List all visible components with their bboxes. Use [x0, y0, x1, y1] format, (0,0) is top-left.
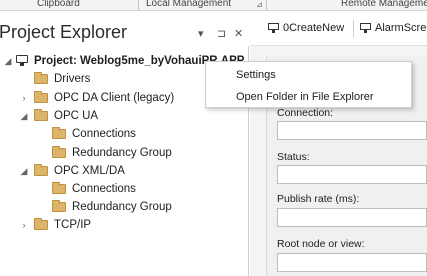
collapse-arrow-icon[interactable]: ◢ [2, 56, 14, 67]
tab-separator [353, 20, 354, 38]
folder-icon [52, 127, 66, 139]
publish-rate-field[interactable] [277, 208, 427, 227]
status-field[interactable] [277, 165, 427, 184]
root-node-field[interactable] [277, 253, 427, 272]
tree-item-label: TCP/IP [54, 219, 92, 231]
root-node-label: Root node or view: [277, 238, 365, 250]
tree-item-opc-da-client[interactable]: › OPC DA Client (legacy) [18, 89, 174, 107]
collapse-arrow-icon[interactable]: ◢ [18, 111, 30, 122]
tree-item-tcp-ip[interactable]: › TCP/IP [18, 216, 91, 234]
ribbon-group-labels: Clipboard Local Management ⊿ Remote Mana… [0, 0, 427, 11]
menu-item-open-folder[interactable]: Open Folder in File Explorer [206, 87, 411, 107]
context-menu: Settings Open Folder in File Explorer [205, 61, 412, 108]
document-pane: 0CreateNew AlarmScreen Connection: Statu… [250, 12, 427, 276]
folder-icon [34, 72, 48, 84]
folder-icon [34, 164, 48, 176]
folder-icon [34, 218, 48, 230]
tab-label: AlarmScreen [375, 22, 427, 34]
tab-0createnew[interactable]: 0CreateNew [268, 22, 344, 34]
connection-label: Connection: [277, 107, 334, 119]
tree-item-label: OPC UA [54, 110, 99, 122]
folder-icon [52, 200, 66, 212]
ribbon-group-local-management: Local Management [146, 0, 232, 9]
tree-item-opc-ua-connections[interactable]: Connections [36, 125, 136, 143]
folder-icon [52, 146, 66, 158]
tree-item-opc-xml-redundancy-group[interactable]: Redundancy Group [36, 198, 172, 216]
ribbon-group-clipboard: Clipboard [37, 0, 80, 9]
tab-label: 0CreateNew [283, 22, 345, 34]
panel-dropdown-icon[interactable]: ▾ [198, 27, 204, 40]
tree-item-opc-ua-redundancy-group[interactable]: Redundancy Group [36, 144, 172, 162]
folder-icon [34, 109, 48, 121]
tree-item-label: Redundancy Group [72, 201, 172, 213]
tree-item-label: Redundancy Group [72, 147, 172, 159]
ribbon-separator [266, 0, 267, 10]
monitor-icon [16, 55, 30, 67]
tree-item-label: OPC DA Client (legacy) [54, 92, 175, 104]
collapse-arrow-icon[interactable]: ◢ [18, 166, 30, 177]
publish-rate-label: Publish rate (ms): [277, 193, 360, 205]
document-tabs: 0CreateNew AlarmScreen [250, 12, 427, 46]
ribbon-separator [138, 0, 139, 10]
tree-item-label: OPC XML/DA [54, 165, 125, 177]
ribbon-group-remote-management: Remote Management [341, 0, 427, 9]
expand-arrow-icon[interactable]: › [18, 93, 30, 103]
tree-item-opc-xml-da[interactable]: ◢ OPC XML/DA [18, 162, 125, 180]
menu-item-settings[interactable]: Settings [206, 65, 411, 85]
folder-icon [52, 182, 66, 194]
status-label: Status: [277, 151, 310, 163]
tree-item-label: Connections [72, 183, 136, 195]
tree-item-opc-ua[interactable]: ◢ OPC UA [18, 107, 98, 125]
project-explorer-header: Project Explorer ▾ ⊐ ✕ [0, 12, 249, 46]
expand-arrow-icon[interactable]: › [18, 220, 30, 230]
monitor-icon [268, 23, 280, 33]
tree-item-label: Drivers [54, 73, 91, 85]
dialog-launcher-icon[interactable]: ⊿ [256, 0, 263, 9]
project-explorer-panel: Project Explorer ▾ ⊐ ✕ ◢ Project: Weblog… [0, 12, 249, 276]
project-explorer-title: Project Explorer [0, 22, 128, 42]
folder-icon [34, 91, 48, 103]
tree-item-drivers[interactable]: Drivers [18, 70, 90, 88]
close-icon[interactable]: ✕ [234, 27, 243, 40]
tree-item-opc-xml-connections[interactable]: Connections [36, 180, 136, 198]
tab-alarmscreen[interactable]: AlarmScreen [360, 22, 427, 34]
monitor-icon [360, 23, 372, 33]
pin-icon[interactable]: ⊐ [217, 27, 226, 40]
connection-field[interactable] [277, 121, 427, 140]
tree-item-label: Connections [72, 128, 136, 140]
